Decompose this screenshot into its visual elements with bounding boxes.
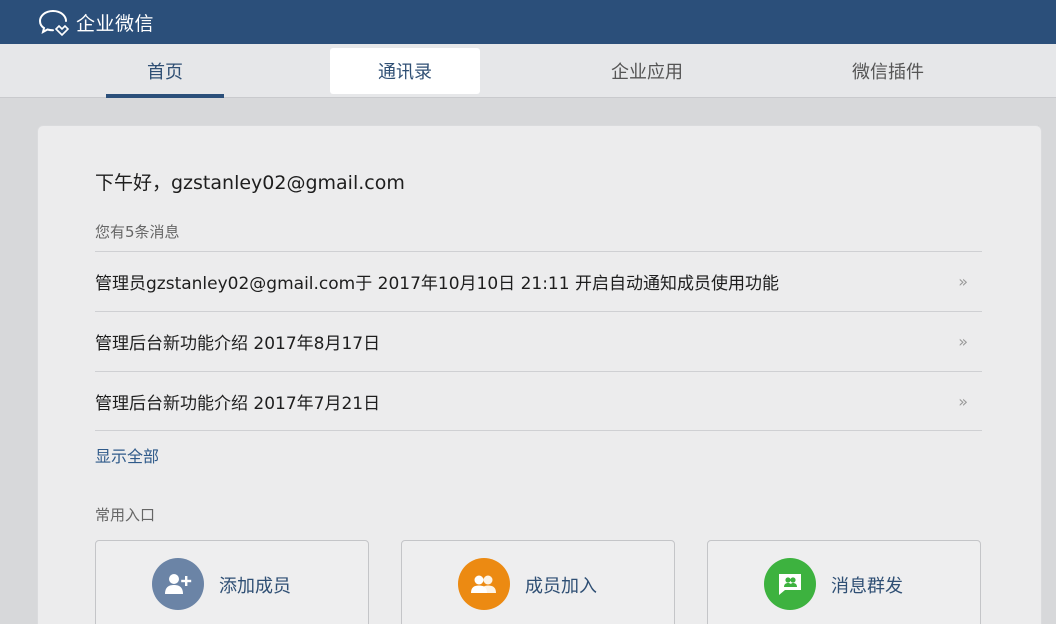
- message-count: 您有5条消息: [95, 223, 180, 241]
- quick-entry-title: 常用入口: [95, 506, 156, 524]
- message-text: 管理员gzstanley02@gmail.com于 2017年10月10日 21…: [95, 274, 779, 294]
- tab-enterprise-apps[interactable]: 企业应用: [572, 48, 722, 94]
- message-text: 管理后台新功能介绍 2017年8月17日: [95, 334, 381, 354]
- app-logo[interactable]: 企业微信: [38, 7, 154, 37]
- message-item[interactable]: 管理后台新功能介绍 2017年8月17日 »: [95, 311, 982, 371]
- chevron-right-icon: »: [958, 272, 968, 291]
- chevron-right-icon: »: [958, 332, 968, 351]
- add-member-label: 添加成员: [219, 576, 291, 597]
- tab-home[interactable]: 首页: [106, 48, 224, 94]
- app-title: 企业微信: [76, 12, 155, 35]
- main-nav: 首页 通讯录 企业应用 微信插件: [0, 44, 1056, 98]
- home-card: 下午好，gzstanley02@gmail.com 您有5条消息 管理员gzst…: [37, 125, 1042, 624]
- message-text: 管理后台新功能介绍 2017年7月21日: [95, 393, 381, 414]
- top-bar: 企业微信: [0, 0, 1056, 44]
- member-join-icon: [458, 558, 510, 610]
- tab-contacts[interactable]: 通讯录: [330, 48, 480, 94]
- broadcast-message-button[interactable]: 消息群发: [707, 540, 981, 624]
- message-item[interactable]: 管理员gzstanley02@gmail.com于 2017年10月10日 21…: [95, 251, 982, 311]
- greeting-text: 下午好，gzstanley02@gmail.com: [95, 172, 405, 194]
- add-member-icon: [152, 558, 204, 610]
- chevron-right-icon: »: [958, 391, 968, 411]
- broadcast-message-icon: [764, 558, 816, 610]
- broadcast-message-label: 消息群发: [831, 576, 903, 597]
- add-member-button[interactable]: 添加成员: [95, 540, 369, 624]
- tab-wechat-plugin[interactable]: 微信插件: [813, 48, 963, 94]
- show-all-link[interactable]: 显示全部: [95, 443, 159, 467]
- message-list: 管理员gzstanley02@gmail.com于 2017年10月10日 21…: [95, 251, 982, 431]
- member-join-button[interactable]: 成员加入: [401, 540, 675, 624]
- wecom-logo-icon: [38, 7, 74, 37]
- member-join-label: 成员加入: [525, 576, 597, 597]
- message-item[interactable]: 管理后台新功能介绍 2017年7月21日 »: [95, 371, 982, 431]
- active-tab-indicator: [106, 94, 224, 98]
